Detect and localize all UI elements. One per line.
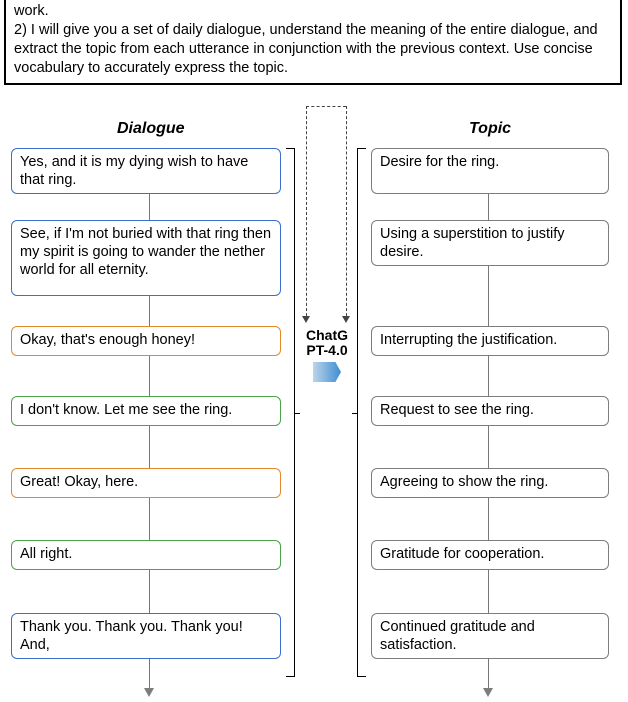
model-label: ChatG PT-4.0 (303, 328, 351, 357)
dash-left-arrow (302, 316, 310, 323)
prompt-box: work. 2) I will give you a set of daily … (4, 0, 622, 85)
topic-box-6: Gratitude for cooperation. (371, 540, 609, 570)
topic-box-7: Continued gratitude and satisfaction. (371, 613, 609, 659)
dialogue-box-2: See, if I'm not buried with that ring th… (11, 220, 281, 296)
topic-box-3: Interrupting the justification. (371, 326, 609, 356)
dialogue-box-4: I don't know. Let me see the ring. (11, 396, 281, 426)
model-arrow-icon (313, 362, 341, 382)
dash-left (306, 106, 307, 316)
heading-dialogue: Dialogue (117, 120, 185, 138)
spine-topic-arrow (483, 688, 493, 697)
heading-topic: Topic (469, 120, 511, 138)
bracket-dialogue (286, 148, 295, 677)
dialogue-box-1: Yes, and it is my dying wish to have tha… (11, 148, 281, 194)
dash-top (306, 106, 346, 107)
prompt-line2: 2) I will give you a set of daily dialog… (14, 22, 598, 76)
dialogue-box-5: Great! Okay, here. (11, 468, 281, 498)
bracket-topic (357, 148, 366, 677)
topic-box-2: Using a superstition to justify desire. (371, 220, 609, 266)
prompt-line1: work. (14, 3, 49, 19)
topic-box-4: Request to see the ring. (371, 396, 609, 426)
topic-box-1: Desire for the ring. (371, 148, 609, 194)
topic-box-5: Agreeing to show the ring. (371, 468, 609, 498)
dialogue-box-3: Okay, that's enough honey! (11, 326, 281, 356)
dash-right-arrow (342, 316, 350, 323)
dash-right (346, 106, 347, 316)
spine-dialogue-arrow (144, 688, 154, 697)
dialogue-box-7: Thank you. Thank you. Thank you! And, (11, 613, 281, 659)
dialogue-box-6: All right. (11, 540, 281, 570)
